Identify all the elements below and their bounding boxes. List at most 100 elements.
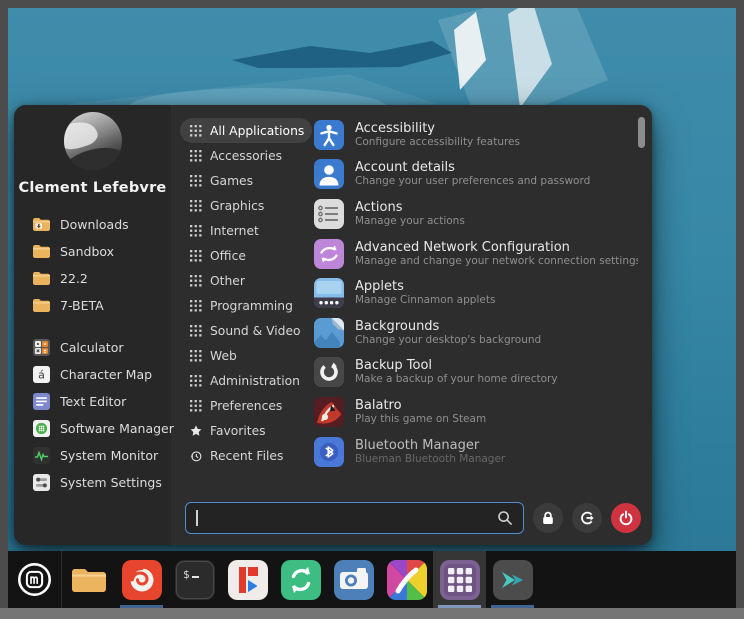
application-subtitle: Manage Cinnamon applets: [355, 294, 495, 307]
category-item[interactable]: Favorites: [180, 418, 312, 443]
application-subtitle: Change your desktop's background: [355, 334, 541, 347]
grid-icon: [190, 325, 202, 337]
application-item[interactable]: Backup Tool Make a backup of your home d…: [308, 353, 638, 393]
power-icon: [618, 510, 634, 526]
category-item[interactable]: Accessories: [180, 143, 312, 168]
grid-icon: [190, 150, 202, 162]
taskbar-app[interactable]: [327, 551, 380, 608]
lock-button[interactable]: [533, 503, 563, 533]
category-item[interactable]: Games: [180, 168, 312, 193]
taskbar-app[interactable]: [433, 551, 486, 608]
category-item[interactable]: Internet: [180, 218, 312, 243]
places-list: Downloads Sandbox 22.2: [14, 211, 171, 319]
application-title: Backgrounds: [355, 319, 541, 334]
mint-logo-icon: [16, 561, 53, 598]
grid-icon: [190, 375, 202, 387]
system-shortcut-item[interactable]: System Settings: [14, 469, 171, 496]
search-box[interactable]: [185, 502, 524, 534]
application-item[interactable]: Applets Manage Cinnamon applets: [308, 273, 638, 313]
taskbar-app[interactable]: [115, 551, 168, 608]
application-item[interactable]: Actions Manage your actions: [308, 194, 638, 234]
system-shortcut-item[interactable]: Text Editor: [14, 388, 171, 415]
grid-icon: [190, 175, 202, 187]
system-shortcut-item[interactable]: á Character Map: [14, 361, 171, 388]
grid-icon: [190, 250, 202, 262]
folder-download-icon: [33, 216, 50, 233]
folder-icon: [33, 297, 50, 314]
place-item[interactable]: Downloads: [14, 211, 171, 238]
calculator-icon: [33, 339, 50, 356]
system-settings-icon: [33, 474, 50, 491]
place-item[interactable]: 7-BETA: [14, 292, 171, 319]
application-item[interactable]: Account details Change your user prefere…: [308, 155, 638, 195]
grid-icon: [190, 125, 202, 137]
svg-text:á: á: [38, 369, 45, 382]
grid-icon: [190, 300, 202, 312]
category-item[interactable]: Other: [180, 268, 312, 293]
sync-icon: [281, 560, 321, 600]
place-item[interactable]: Sandbox: [14, 238, 171, 265]
application-list: Accessibility Configure accessibility fe…: [308, 115, 638, 497]
scrollbar-thumb[interactable]: [638, 117, 645, 148]
menu-bottom-bar: [185, 501, 641, 535]
logout-icon: [579, 510, 595, 526]
grid-icon: [190, 400, 202, 412]
taskbar-app[interactable]: [62, 551, 115, 608]
place-item[interactable]: 22.2: [14, 265, 171, 292]
system-shortcut-item[interactable]: System Monitor: [14, 442, 171, 469]
user-name: Clement Lefebvre: [14, 180, 171, 196]
category-item[interactable]: Sound & Video: [180, 318, 312, 343]
taskbar-app[interactable]: [274, 551, 327, 608]
application-item[interactable]: Backgrounds Change your desktop's backgr…: [308, 313, 638, 353]
application-title: Applets: [355, 279, 495, 294]
folder-icon: [33, 243, 50, 260]
drawing-icon: [387, 560, 427, 600]
taskbar-app[interactable]: [221, 551, 274, 608]
accessibility-icon: [314, 120, 344, 150]
category-item[interactable]: Preferences: [180, 393, 312, 418]
f-media-icon: [228, 560, 268, 600]
system-shortcut-item[interactable]: Software Manager: [14, 415, 171, 442]
search-input[interactable]: [198, 511, 498, 526]
grid-icon: [190, 200, 202, 212]
logout-button[interactable]: [572, 503, 602, 533]
category-item[interactable]: All Applications: [180, 118, 312, 143]
grid-icon: [190, 350, 202, 362]
software-manager-icon: [33, 420, 50, 437]
balatro-icon: [314, 397, 344, 427]
menu-launcher-button[interactable]: [8, 551, 62, 608]
frame-bottom-edge: [0, 608, 744, 619]
power-button[interactable]: [611, 503, 641, 533]
avatar[interactable]: [64, 112, 122, 170]
terminal-icon: $: [175, 560, 215, 600]
category-item[interactable]: Recent Files: [180, 443, 312, 468]
bluetooth-icon: [314, 437, 344, 467]
category-item[interactable]: Web: [180, 343, 312, 368]
taskbar-app[interactable]: $: [168, 551, 221, 608]
category-item[interactable]: Office: [180, 243, 312, 268]
application-item[interactable]: Accessibility Configure accessibility fe…: [308, 115, 638, 155]
category-item[interactable]: Administration: [180, 368, 312, 393]
backup-icon: [314, 357, 344, 387]
network-icon: [314, 239, 344, 269]
application-title: Actions: [355, 200, 465, 215]
application-subtitle: Manage and change your network connectio…: [355, 255, 638, 268]
file-manager-icon: [69, 560, 109, 600]
desktop[interactable]: Clement Lefebvre Downloads Sandbox: [8, 8, 736, 608]
session-buttons: [533, 503, 641, 533]
application-item[interactable]: Balatro Play this game on Steam: [308, 392, 638, 432]
character-map-icon: á: [33, 366, 50, 383]
recent-icon: [190, 450, 202, 462]
taskbar-app[interactable]: [486, 551, 539, 608]
taskbar-app[interactable]: [380, 551, 433, 608]
application-item[interactable]: Advanced Network Configuration Manage an…: [308, 234, 638, 274]
application-subtitle: Change your user preferences and passwor…: [355, 175, 590, 188]
actions-icon: [314, 199, 344, 229]
system-shortcut-item[interactable]: Calculator: [14, 334, 171, 361]
taskbar-items: $: [62, 551, 539, 608]
category-list: All Applications Accessories Games: [180, 118, 312, 468]
category-item[interactable]: Programming: [180, 293, 312, 318]
application-title: Bluetooth Manager: [355, 438, 505, 453]
application-item[interactable]: Bluetooth Manager Blueman Bluetooth Mana…: [308, 432, 638, 472]
category-item[interactable]: Graphics: [180, 193, 312, 218]
